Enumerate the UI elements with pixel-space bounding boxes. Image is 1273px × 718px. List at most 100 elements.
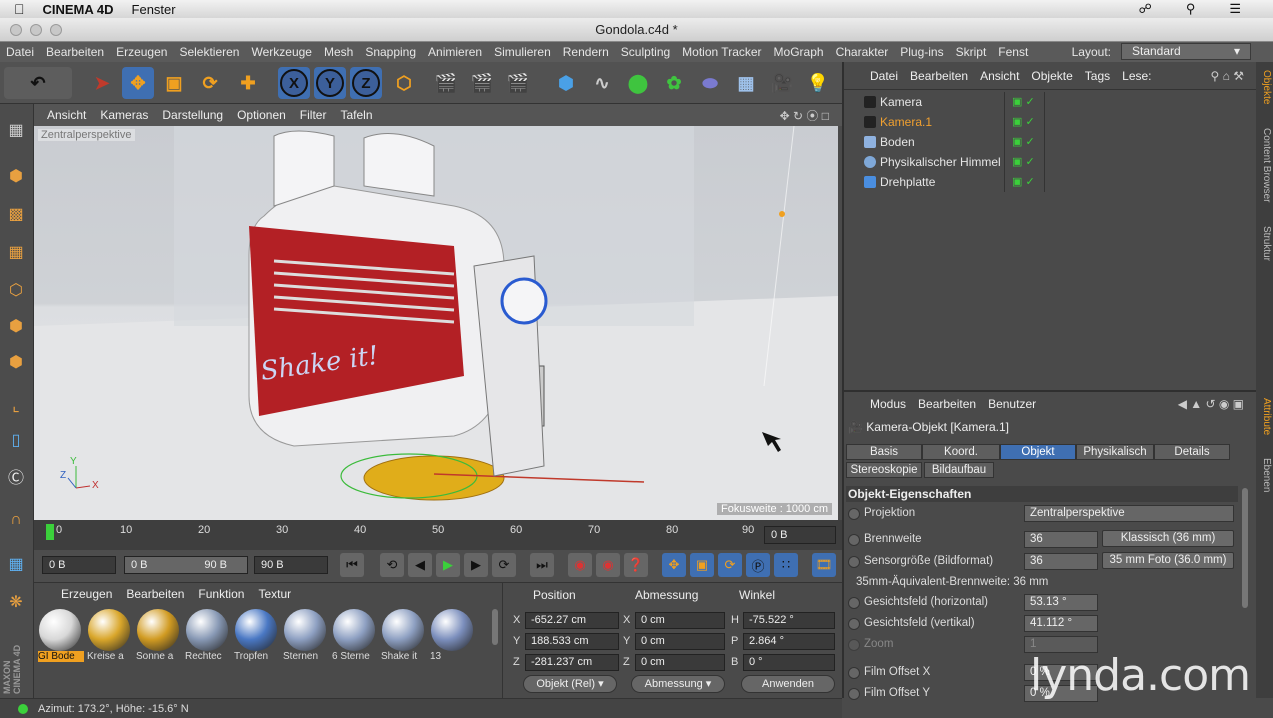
edges-mode-button[interactable]: ⬢ — [2, 312, 30, 340]
next-key-button[interactable]: ⟳ — [492, 553, 516, 577]
apply-button[interactable]: Anwenden — [741, 675, 835, 693]
autokey-button[interactable]: ◉ — [596, 553, 620, 577]
timeline-window-button[interactable]: 🎞 — [812, 553, 836, 577]
go-to-end-button[interactable]: ⏭ — [530, 553, 554, 577]
coord-size-dropdown[interactable]: Abmessung ▾ — [631, 675, 725, 693]
axis-mode-button[interactable]: ⌞ — [2, 392, 30, 420]
spline-pen-button[interactable]: ∿ — [586, 67, 618, 99]
camera-button[interactable]: 🎥 — [766, 67, 798, 99]
coordinate-system-button[interactable]: ⬡ — [388, 67, 420, 99]
sensor-preset-dropdown[interactable]: 35 mm Foto (36.0 mm) — [1102, 552, 1234, 569]
menu-werkzeuge[interactable]: Werkzeuge — [245, 45, 317, 59]
app-name-menu[interactable]: CINEMA 4D — [43, 2, 114, 17]
focal-preset-dropdown[interactable]: Klassisch (36 mm) — [1102, 530, 1234, 547]
start-frame-field[interactable]: 0 B — [42, 556, 116, 574]
tab-koord[interactable]: Koord. — [922, 444, 1000, 460]
obj-menu-datei[interactable]: Datei — [864, 69, 904, 83]
3d-viewport[interactable]: Shake it! Y Z X Zentralperspektive Fokus… — [34, 126, 838, 520]
tab-content-browser[interactable]: Content Browser — [1257, 128, 1272, 202]
menu-mograph[interactable]: MoGraph — [768, 45, 830, 59]
vp-menu-darstellung[interactable]: Darstellung — [155, 108, 230, 122]
projection-dropdown[interactable]: Zentralperspektive — [1024, 505, 1234, 522]
anim-dot[interactable] — [848, 508, 860, 520]
light-button[interactable]: 💡 — [802, 67, 834, 99]
mat-menu-funktion[interactable]: Funktion — [191, 587, 251, 601]
symmetry-button[interactable]: ❋ — [2, 588, 30, 616]
material-swatch[interactable]: 6 Sterne — [332, 609, 376, 667]
vp-menu-optionen[interactable]: Optionen — [230, 108, 293, 122]
tab-bildaufbau[interactable]: Bildaufbau — [924, 462, 994, 478]
anim-dot[interactable] — [848, 597, 860, 609]
material-swatch[interactable]: Sonne a — [136, 609, 180, 667]
rot-b-field[interactable]: 0 ° — [743, 654, 835, 671]
menu-erzeugen[interactable]: Erzeugen — [110, 45, 173, 59]
attr-nav-icons[interactable]: ◀ ▲ ↺ ◉ ▣ — [1172, 397, 1250, 411]
live-selection-tool[interactable]: ➤ — [86, 67, 118, 99]
mat-menu-textur[interactable]: Textur — [251, 587, 298, 601]
menu-fenster[interactable]: Fenst — [992, 45, 1034, 59]
current-frame-field[interactable]: 0 B — [764, 526, 836, 544]
keyframe-selection-button[interactable]: ❓ — [624, 553, 648, 577]
visibility-flags[interactable]: ▣ ✓ — [1012, 152, 1035, 172]
end-frame-field[interactable]: 90 B — [254, 556, 328, 574]
attr-menu-bearbeiten[interactable]: Bearbeiten — [912, 397, 982, 411]
zoom-window-button[interactable] — [50, 24, 62, 36]
attribute-scrollbar[interactable] — [1242, 488, 1248, 608]
previous-key-button[interactable]: ⟲ — [380, 553, 404, 577]
object-row[interactable]: Kamera ▣ ✓ — [848, 92, 1256, 112]
subdivision-surface-button[interactable]: ⬤ — [622, 67, 654, 99]
key-scale-toggle[interactable]: ▣ — [690, 553, 714, 577]
cloner-button[interactable]: ✿ — [658, 67, 690, 99]
timeline-playhead[interactable] — [46, 524, 54, 540]
menu-sculpting[interactable]: Sculpting — [615, 45, 676, 59]
anim-dot[interactable] — [848, 688, 860, 700]
close-window-button[interactable] — [10, 24, 22, 36]
coord-mode-dropdown[interactable]: Objekt (Rel) ▾ — [523, 675, 617, 693]
preview-range-slider[interactable]: 0 B 90 B — [124, 556, 248, 574]
menu-animieren[interactable]: Animieren — [422, 45, 488, 59]
size-y-field[interactable]: 0 cm — [635, 633, 725, 650]
object-row[interactable]: Physikalischer Himmel ▣ ✓ — [848, 152, 1256, 172]
vp-menu-tafeln[interactable]: Tafeln — [333, 108, 379, 122]
obj-menu-tags[interactable]: Tags — [1079, 69, 1116, 83]
tab-details[interactable]: Details — [1154, 444, 1230, 460]
rot-p-field[interactable]: 2.864 ° — [743, 633, 835, 650]
object-row[interactable]: Drehplatte ▣ ✓ — [848, 172, 1256, 192]
tab-stereoskopie[interactable]: Stereoskopie — [846, 462, 922, 478]
material-swatch[interactable]: Sternen — [283, 609, 327, 667]
workplane-lock-button[interactable]: ▦ — [2, 550, 30, 578]
object-row[interactable]: Kamera.1 ▣ ✓ — [848, 112, 1256, 132]
tab-objekt[interactable]: Objekt — [1000, 444, 1076, 460]
obj-menu-bearbeiten[interactable]: Bearbeiten — [904, 69, 974, 83]
attr-menu-modus[interactable]: Modus — [864, 397, 912, 411]
mat-menu-erzeugen[interactable]: Erzeugen — [54, 587, 119, 601]
render-picture-viewer-button[interactable]: 🎬 — [466, 67, 498, 99]
size-z-field[interactable]: 0 cm — [635, 654, 725, 671]
floor-button[interactable]: ▦ — [730, 67, 762, 99]
key-pla-toggle[interactable]: ∷ — [774, 553, 798, 577]
texture-mode-button[interactable]: ▩ — [2, 200, 30, 228]
vp-menu-filter[interactable]: Filter — [293, 108, 334, 122]
key-rotation-toggle[interactable]: ⟳ — [718, 553, 742, 577]
workplane-mode-button[interactable]: ▦ — [2, 238, 30, 266]
tab-objekte[interactable]: Objekte — [1257, 70, 1272, 104]
lock-y-axis[interactable]: Y — [314, 67, 346, 99]
vp-menu-ansicht[interactable]: Ansicht — [40, 108, 93, 122]
anim-dot[interactable] — [848, 534, 860, 546]
material-swatch[interactable]: Rechtec — [185, 609, 229, 667]
material-swatch[interactable]: GI Bode — [38, 609, 84, 667]
render-settings-button[interactable]: 🎬 — [502, 67, 534, 99]
rot-h-field[interactable]: -75.522 ° — [743, 612, 835, 629]
tab-physikalisch[interactable]: Physikalisch — [1076, 444, 1154, 460]
scale-tool[interactable]: ▣ — [158, 67, 190, 99]
pos-z-field[interactable]: -281.237 cm — [525, 654, 619, 671]
last-tool[interactable]: ✚ — [232, 67, 264, 99]
obj-menu-lesezeichen[interactable]: Lese: — [1116, 69, 1157, 83]
fov-horizontal-field[interactable]: 53.13 ° — [1024, 594, 1098, 611]
menu-motion-tracker[interactable]: Motion Tracker — [676, 45, 767, 59]
tab-ebenen[interactable]: Ebenen — [1257, 458, 1272, 492]
menu-list-icon[interactable]: ☰ — [1229, 1, 1241, 17]
make-editable-button[interactable]: ▦ — [2, 116, 30, 144]
menu-simulieren[interactable]: Simulieren — [488, 45, 557, 59]
minimize-window-button[interactable] — [30, 24, 42, 36]
